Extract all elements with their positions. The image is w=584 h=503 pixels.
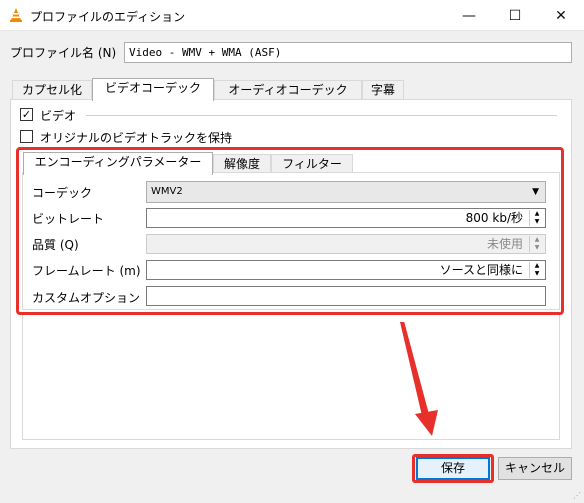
title-bar: プロファイルのエディション — ☐ ✕ [0, 0, 584, 31]
tab-filters[interactable]: フィルター [271, 154, 353, 174]
custom-options-label: カスタムオプション [32, 291, 141, 305]
chevron-down-icon: ▼ [532, 187, 539, 197]
spin-up-icon[interactable]: ▲ [530, 210, 544, 218]
video-checkbox-label: ビデオ [40, 109, 77, 123]
spin-down-icon[interactable]: ▼ [530, 218, 544, 226]
custom-options-input[interactable] [146, 286, 546, 306]
bitrate-label: ビットレート [32, 212, 105, 226]
tab-resolution[interactable]: 解像度 [213, 154, 271, 174]
framerate-spinbox[interactable]: ソースと同様に ▲ ▼ [146, 260, 546, 280]
quality-label: 品質 (Q) [32, 238, 79, 252]
vlc-cone-icon [8, 7, 24, 26]
tab-audio-codec[interactable]: オーディオコーデック [214, 80, 362, 100]
framerate-value: ソースと同様に [439, 263, 523, 277]
codec-select[interactable]: WMV2 ▼ [146, 181, 546, 203]
resize-grip-icon[interactable]: ⋰ [573, 491, 581, 500]
spin-down-icon[interactable]: ▼ [530, 270, 544, 278]
keep-original-track-checkbox[interactable] [20, 130, 33, 143]
codec-label: コーデック [32, 186, 93, 200]
quality-value: 未使用 [486, 237, 523, 251]
framerate-stepper[interactable]: ▲ ▼ [529, 262, 544, 278]
save-button[interactable]: 保存 [416, 457, 490, 480]
bitrate-stepper[interactable]: ▲ ▼ [529, 210, 544, 226]
quality-stepper: ▲ ▼ [529, 236, 544, 252]
tab-subtitles[interactable]: 字幕 [362, 80, 404, 100]
spin-up-icon: ▲ [534, 236, 540, 243]
minimize-button[interactable]: — [446, 0, 492, 31]
maximize-button[interactable]: ☐ [492, 0, 538, 31]
spin-up-icon[interactable]: ▲ [530, 262, 544, 270]
annotation-arrow-icon [400, 322, 438, 436]
panel-empty-area [22, 313, 560, 440]
window-title: プロファイルのエディション [30, 10, 186, 24]
keep-original-track-label: オリジナルのビデオトラックを保持 [40, 131, 233, 145]
framerate-label: フレームレート (m) [32, 264, 141, 278]
profile-name-input[interactable]: Video - WMV + WMA (ASF) [124, 42, 572, 63]
bitrate-value: 800 kb/秒 [465, 211, 523, 225]
tab-encoding-parameters[interactable]: エンコーディングパラメーター [23, 152, 213, 175]
close-button[interactable]: ✕ [538, 0, 584, 31]
video-checkbox[interactable]: ✓ [20, 108, 33, 121]
video-group-divider [86, 115, 557, 116]
tab-encapsulation[interactable]: カプセル化 [12, 80, 92, 100]
cancel-button[interactable]: キャンセル [498, 457, 572, 480]
spin-down-icon: ▼ [534, 244, 540, 251]
quality-spinbox: 未使用 ▲ ▼ [146, 234, 546, 254]
profile-name-label: プロファイル名 (N) [10, 46, 117, 60]
bitrate-spinbox[interactable]: 800 kb/秒 ▲ ▼ [146, 208, 546, 228]
tab-video-codec[interactable]: ビデオコーデック [92, 78, 214, 101]
codec-select-value: WMV2 [151, 186, 183, 197]
